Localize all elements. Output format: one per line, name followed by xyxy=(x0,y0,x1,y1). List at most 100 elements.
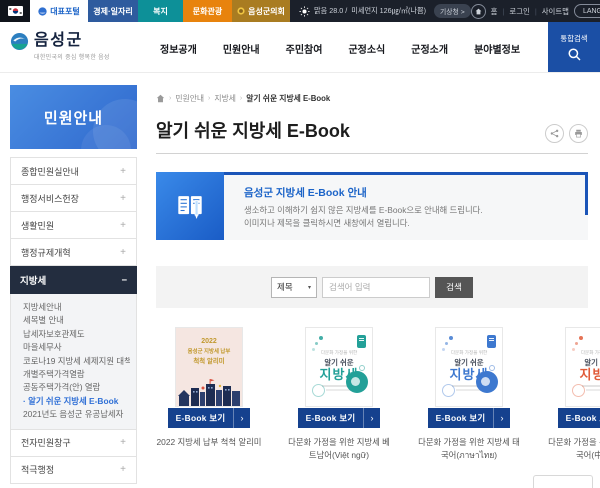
sidebar-item-proactive-admin[interactable]: 적극행정 + xyxy=(11,457,136,484)
ebook-button-label: E-Book 보기 xyxy=(298,408,363,428)
ebook-book-icon xyxy=(156,172,224,240)
submenu-local-tax-guide[interactable]: 지방세안내 xyxy=(23,301,130,314)
login-link[interactable]: 로그인 xyxy=(509,6,529,17)
breadcrumb-civil-service[interactable]: 민원안내 xyxy=(175,93,204,104)
print-button[interactable] xyxy=(569,124,588,143)
korea-flag-icon xyxy=(8,6,23,16)
info-box-title: 음성군 지방세 E-Book 안내 xyxy=(244,185,578,200)
submenu-apartment-house-price[interactable]: 공동주택가격(안) 열람 xyxy=(23,381,130,394)
eumseong-logo-icon xyxy=(10,32,29,51)
decor-ring xyxy=(359,365,365,371)
decor-dot xyxy=(315,342,318,345)
cover-year: 2022 xyxy=(176,338,242,345)
cover-title: 척척 알리미 xyxy=(176,356,242,365)
ebook-cover-vietnamese[interactable]: 다문화 가정을 위한 알기 쉬운 지방세 xyxy=(306,328,372,406)
ebook-view-button[interactable]: E-Book 보기 › xyxy=(168,408,250,428)
home-icon[interactable] xyxy=(471,4,486,19)
portal-tab-culture[interactable]: 문화관광 xyxy=(183,0,232,22)
language-button[interactable]: LANGUAGE ▾ xyxy=(574,4,600,18)
city-skyline-illustration xyxy=(176,378,242,406)
submenu-easy-local-tax-ebook[interactable]: · 알기 쉬운 지방세 E-Book xyxy=(23,395,130,408)
sidebar-item-local-tax[interactable]: 지방세 − xyxy=(10,266,137,294)
submenu-covid-tax-support[interactable]: 코로나19 지방세 세제지원 대책 xyxy=(23,355,130,368)
portal-tab-main[interactable]: 대표포털 xyxy=(30,0,88,22)
nav-sector-info[interactable]: 분야별정보 xyxy=(474,41,520,56)
sidebar-item-label: 전자민원창구 xyxy=(21,436,71,449)
utility-bar: 대표포털 경제·일자리 복지 문화관광 음성군의회 맑음 28.0 / 미세먼지… xyxy=(0,0,600,22)
ebook-cover-thai[interactable]: 다문화 가정을 위한 알기 쉬운 지방세 xyxy=(436,328,502,406)
sidebar-item-label: 생활민원 xyxy=(21,219,54,232)
family-photo-circle xyxy=(346,371,368,393)
search-category-value: 제목 xyxy=(277,281,293,293)
sidebar-item-label: 적극행정 xyxy=(21,463,54,476)
plus-icon[interactable]: + xyxy=(120,464,126,475)
ebook-caption[interactable]: 다문화 가정을 위한 지방세 중국어(中國語) xyxy=(546,436,600,462)
decor-ring xyxy=(572,384,585,397)
home-icon[interactable] xyxy=(156,94,165,103)
decor-line xyxy=(582,385,600,387)
ebook-caption[interactable]: 다문화 가정을 위한 지방세 베트남어(Việt ngữ) xyxy=(286,436,392,462)
ebook-caption[interactable]: 2022 지방세 납부 척척 알리미 xyxy=(156,436,262,449)
decor-badge xyxy=(487,335,496,348)
sidebar-item-e-civil-window[interactable]: 전자민원창구 + xyxy=(11,430,136,457)
share-button[interactable] xyxy=(545,124,564,143)
kma-badge[interactable]: 기상청 > xyxy=(434,4,471,18)
search-category-select[interactable]: 제목 ▾ xyxy=(271,277,317,298)
home-link[interactable]: 홈 xyxy=(491,6,498,17)
submenu-honored-taxpayers-2021[interactable]: 2021년도 음성군 유공납세자 xyxy=(23,408,130,421)
submenu-tax-items[interactable]: 세목별 안내 xyxy=(23,314,130,327)
nav-info-disclosure[interactable]: 정보공개 xyxy=(160,41,197,56)
sidebar-item-regulation-reform[interactable]: 행정규제개혁 + xyxy=(11,239,136,266)
cover-kicker: 다문화 가정을 위한 xyxy=(566,350,600,356)
sitemap-link[interactable]: 사이트맵 xyxy=(542,6,569,17)
ebook-card-grid: 2022 음성군 지방세 납부 척척 알리미 E-Book 보기 xyxy=(156,328,588,462)
ebook-view-button[interactable]: E-Book 보기 › xyxy=(558,408,600,428)
ebook-button-label: E-Book 보기 xyxy=(428,408,493,428)
submenu-taxpayer-protection[interactable]: 납세자보호관제도 xyxy=(23,328,130,341)
submenu-label: 알기 쉬운 지방세 E-Book xyxy=(28,396,118,406)
portal-tab-welfare[interactable]: 복지 xyxy=(138,0,183,22)
sidebar-item-civil-office[interactable]: 종합민원실안내 + xyxy=(11,158,136,185)
site-logo[interactable]: 음성군 대한민국의 중심 행복한 음성 xyxy=(10,32,110,61)
portal-tab-economy[interactable]: 경제·일자리 xyxy=(88,0,138,22)
integrated-search-button[interactable]: 통합검색 xyxy=(548,22,600,72)
nav-resident-participation[interactable]: 주민참여 xyxy=(286,41,323,56)
minus-icon[interactable]: − xyxy=(121,275,127,286)
decor-ring xyxy=(442,384,455,397)
portal-tab-council[interactable]: 음성군의회 xyxy=(232,0,290,22)
plus-icon[interactable]: + xyxy=(120,437,126,448)
cover-kicker: 다문화 가정을 위한 xyxy=(306,350,372,356)
search-submit-button[interactable]: 검색 xyxy=(435,277,473,298)
plus-icon[interactable]: + xyxy=(120,193,126,204)
sidebar-item-service-charter[interactable]: 행정서비스헌장 + xyxy=(11,185,136,212)
search-input[interactable] xyxy=(322,277,430,298)
ebook-cover-calendar[interactable]: 2022 음성군 지방세 납부 척척 알리미 xyxy=(176,328,242,406)
nav-county-intro[interactable]: 군정소개 xyxy=(411,41,448,56)
global-nav: 정보공개 민원안내 주민참여 군정소식 군정소개 분야별정보 xyxy=(160,41,520,56)
submenu-individual-house-price[interactable]: 개별주택가격열람 xyxy=(23,368,130,381)
decor-dot xyxy=(445,342,448,345)
decor-dot xyxy=(575,342,578,345)
plus-icon[interactable]: + xyxy=(120,220,126,231)
weather-summary: 맑음 28.0 / xyxy=(314,6,347,16)
plus-icon[interactable]: + xyxy=(120,247,126,258)
sidebar: 민원안내 종합민원실안내 + 행정서비스헌장 + 생활민원 + 행정규제개혁 +… xyxy=(10,85,137,484)
ebook-caption[interactable]: 다문화 가정을 위한 지방세 태국어(ภาษาไทย) xyxy=(416,436,522,462)
ebook-card: 2022 음성군 지방세 납부 척척 알리미 E-Book 보기 xyxy=(156,328,262,462)
breadcrumb-separator: › xyxy=(169,95,171,102)
plus-icon[interactable]: + xyxy=(120,166,126,177)
nav-county-news[interactable]: 군정소식 xyxy=(348,41,385,56)
ebook-view-button[interactable]: E-Book 보기 › xyxy=(298,408,380,428)
breadcrumb-local-tax[interactable]: 지방세 xyxy=(214,93,236,104)
search-icon xyxy=(567,47,582,62)
ebook-card: 다문화 가정을 위한 알기 쉬운 지방세 E-Book 보기 › 다문화 가정을… xyxy=(416,328,522,462)
nav-civil-service[interactable]: 민원안내 xyxy=(223,41,260,56)
breadcrumb-current: 알기 쉬운 지방세 E-Book xyxy=(246,93,330,104)
ebook-view-button[interactable]: E-Book 보기 › xyxy=(428,408,510,428)
ebook-cover-chinese[interactable]: 다문화 가정을 위한 알기 쉬운 지방세 xyxy=(566,328,600,406)
link-divider: | xyxy=(502,7,504,16)
sidebar-item-living-civil[interactable]: 생활민원 + xyxy=(11,212,136,239)
weather-info: 맑음 28.0 / 미세먼지 126㎍/㎥(나쁨) 기상청 > xyxy=(299,0,471,22)
cover-title: 지방세 xyxy=(566,368,600,382)
submenu-village-tax-accountant[interactable]: 마을세무사 xyxy=(23,341,130,354)
